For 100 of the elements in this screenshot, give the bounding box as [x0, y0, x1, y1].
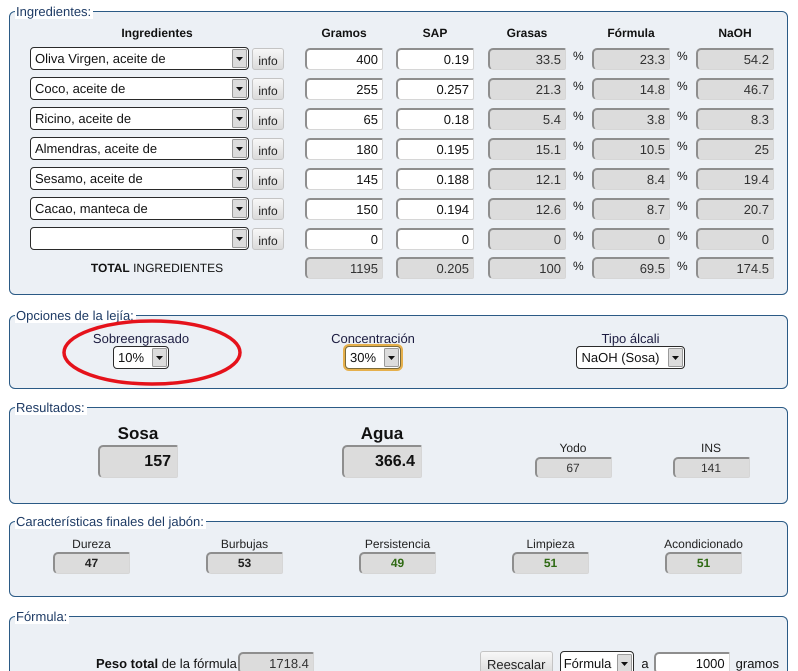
- percent-unit: %: [572, 168, 585, 183]
- sap-input[interactable]: 0.188: [396, 168, 474, 190]
- sap-input[interactable]: 0: [396, 228, 474, 250]
- characteristic-label: Dureza: [72, 537, 111, 551]
- info-button[interactable]: info: [252, 198, 284, 220]
- sap-input[interactable]: 0.195: [396, 138, 474, 160]
- target-select[interactable]: Fórmula: [560, 651, 634, 671]
- amount-input[interactable]: 1000: [654, 652, 730, 671]
- caret-icon: [152, 348, 168, 367]
- readonly-field: 1195: [305, 257, 383, 279]
- caret-icon: [384, 348, 400, 367]
- option-select[interactable]: 30%: [344, 346, 402, 369]
- caret-icon: [617, 654, 632, 671]
- info-button[interactable]: info: [252, 168, 284, 190]
- readonly-field: 20.7: [696, 198, 774, 220]
- caret-icon: [232, 79, 247, 98]
- grams-input[interactable]: 0: [305, 228, 383, 250]
- ingredient-select[interactable]: Coco, aceite de: [30, 77, 249, 100]
- ingredient-select[interactable]: Almendras, aceite de: [30, 137, 249, 160]
- grams-input[interactable]: 400: [305, 48, 383, 70]
- readonly-field: 54.2: [696, 48, 774, 70]
- caret-icon: [232, 169, 247, 188]
- readonly-field: 0: [488, 228, 566, 250]
- readonly-field: 8.7: [592, 198, 670, 220]
- readonly-field: 23.3: [592, 48, 670, 70]
- readonly-field: 69.5: [592, 257, 670, 279]
- readonly-field: 12.6: [488, 198, 566, 220]
- characteristic-field: 47: [53, 552, 130, 574]
- to-label: a: [641, 656, 649, 670]
- characteristic-field: 51: [665, 552, 742, 574]
- grams-input[interactable]: 65: [305, 108, 383, 130]
- characteristic-label: Persistencia: [364, 537, 430, 551]
- sap-input[interactable]: 0.19: [396, 48, 474, 70]
- column-header: Fórmula: [606, 26, 656, 40]
- panel-title: Fórmula:: [15, 609, 70, 624]
- percent-unit: %: [676, 48, 689, 63]
- percent-unit: %: [572, 198, 585, 213]
- ingredient-select[interactable]: Oliva Virgen, aceite de: [30, 47, 249, 70]
- percent-unit: %: [572, 108, 585, 123]
- ingredient-select[interactable]: [30, 227, 249, 250]
- info-button[interactable]: info: [252, 78, 284, 100]
- readonly-field: 10.5: [592, 138, 670, 160]
- grams-input[interactable]: 180: [305, 138, 383, 160]
- info-button[interactable]: info: [252, 228, 284, 250]
- readonly-field: 25: [696, 138, 774, 160]
- index-field: 141: [672, 457, 750, 478]
- percent-unit: %: [572, 48, 585, 63]
- ingredient-select[interactable]: Cacao, manteca de: [30, 197, 249, 220]
- info-button[interactable]: info: [252, 48, 284, 70]
- caret-icon: [668, 348, 683, 367]
- characteristic-field: 49: [359, 552, 436, 574]
- caret-icon: [232, 49, 247, 68]
- readonly-field: 8.3: [696, 108, 774, 130]
- option-select[interactable]: NaOH (Sosa): [576, 346, 685, 369]
- result-field: 157: [98, 445, 178, 478]
- grams-input[interactable]: 255: [305, 78, 383, 100]
- percent-unit: %: [676, 198, 689, 213]
- readonly-field: 33.5: [488, 48, 566, 70]
- readonly-field: 100: [488, 257, 566, 279]
- column-header: Ingredientes: [120, 26, 194, 40]
- percent-unit: %: [572, 228, 585, 243]
- caret-icon: [232, 109, 247, 128]
- result-label: Sosa: [118, 424, 158, 443]
- total-weight-label: Peso total de la fórmula: [96, 656, 237, 670]
- sap-input[interactable]: 0.18: [396, 108, 474, 130]
- unit-label: gramos: [736, 656, 779, 670]
- rescale-button[interactable]: Reescalar: [480, 651, 553, 671]
- percent-unit: %: [572, 138, 585, 153]
- option-select[interactable]: 10%: [112, 346, 170, 369]
- ingredient-select[interactable]: Ricino, aceite de: [30, 107, 249, 130]
- info-button[interactable]: info: [252, 138, 284, 160]
- percent-unit: %: [676, 78, 689, 93]
- sap-input[interactable]: 0.257: [396, 78, 474, 100]
- total-label: TOTAL INGREDIENTES: [90, 260, 224, 277]
- ingredient-select[interactable]: Sesamo, aceite de: [30, 167, 249, 190]
- panel-title: Opciones de la lejía:: [15, 308, 136, 323]
- characteristic-field: 51: [512, 552, 589, 574]
- column-header: Gramos: [320, 26, 368, 40]
- readonly-field: 12.1: [488, 168, 566, 190]
- column-header: SAP: [422, 26, 448, 40]
- grams-input[interactable]: 150: [305, 198, 383, 220]
- caret-icon: [232, 229, 247, 248]
- readonly-field: 14.8: [592, 78, 670, 100]
- percent-unit: %: [572, 258, 585, 273]
- readonly-field: 0.205: [396, 257, 474, 279]
- sap-input[interactable]: 0.194: [396, 198, 474, 220]
- index-label: Yodo: [560, 442, 586, 455]
- info-button[interactable]: info: [252, 108, 284, 130]
- option-label: Tipo álcali: [601, 332, 660, 346]
- panel-title: Resultados:: [15, 400, 87, 415]
- option-label: Sobreengrasado: [92, 332, 190, 346]
- characteristic-label: Burbujas: [220, 537, 268, 551]
- index-field: 67: [534, 457, 612, 478]
- grams-input[interactable]: 145: [305, 168, 383, 190]
- percent-unit: %: [676, 138, 689, 153]
- percent-unit: %: [676, 228, 689, 243]
- readonly-field: 46.7: [696, 78, 774, 100]
- readonly-field: 1718.4: [238, 652, 314, 671]
- readonly-field: 174.5: [696, 257, 774, 279]
- readonly-field: 19.4: [696, 168, 774, 190]
